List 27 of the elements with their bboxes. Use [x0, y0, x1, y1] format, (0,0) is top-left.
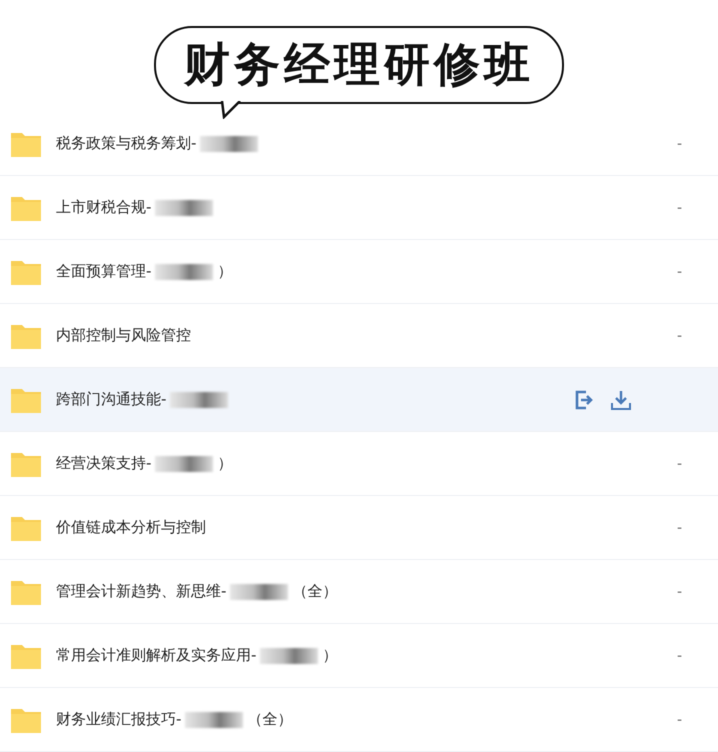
folder-name: 管理会计新趋势、新思维- — [56, 582, 226, 601]
folder-name-suffix: （全） — [292, 582, 338, 601]
folder-size: - — [676, 200, 682, 216]
folder-name: 全面预算管理- — [56, 262, 152, 281]
folder-size: - — [676, 520, 682, 536]
folder-name: 常用会计准则解析及实务应用- — [56, 646, 256, 665]
folder-name: 内部控制与风险管控 — [56, 326, 191, 345]
folder-name: 跨部门沟通技能- — [56, 390, 166, 409]
folder-size: - — [676, 328, 682, 344]
folder-size: - — [676, 584, 682, 600]
folder-size: - — [676, 264, 682, 280]
folder-size: - — [676, 648, 682, 664]
download-icon[interactable] — [610, 388, 632, 410]
folder-name: 上市财税合规- — [56, 198, 152, 217]
folder-name-suffix: ） — [322, 646, 338, 665]
folder-row[interactable]: 跨部门沟通技能- — [0, 368, 718, 432]
folder-size: - — [676, 136, 682, 152]
page-title: 财务经理研修班 — [184, 36, 534, 93]
folder-name: 经营决策支持- — [56, 454, 152, 473]
folder-name-suffix: ） — [217, 454, 232, 473]
folder-size: - — [676, 712, 682, 728]
folder-size: - — [676, 456, 682, 472]
folder-name-suffix: （全） — [247, 710, 292, 729]
folder-name: 财务业绩汇报技巧- — [56, 710, 182, 729]
folder-name-suffix: ） — [217, 262, 232, 281]
folder-name: 价值链成本分析与控制 — [56, 518, 206, 537]
folder-name: 税务政策与税务筹划- — [56, 134, 196, 153]
